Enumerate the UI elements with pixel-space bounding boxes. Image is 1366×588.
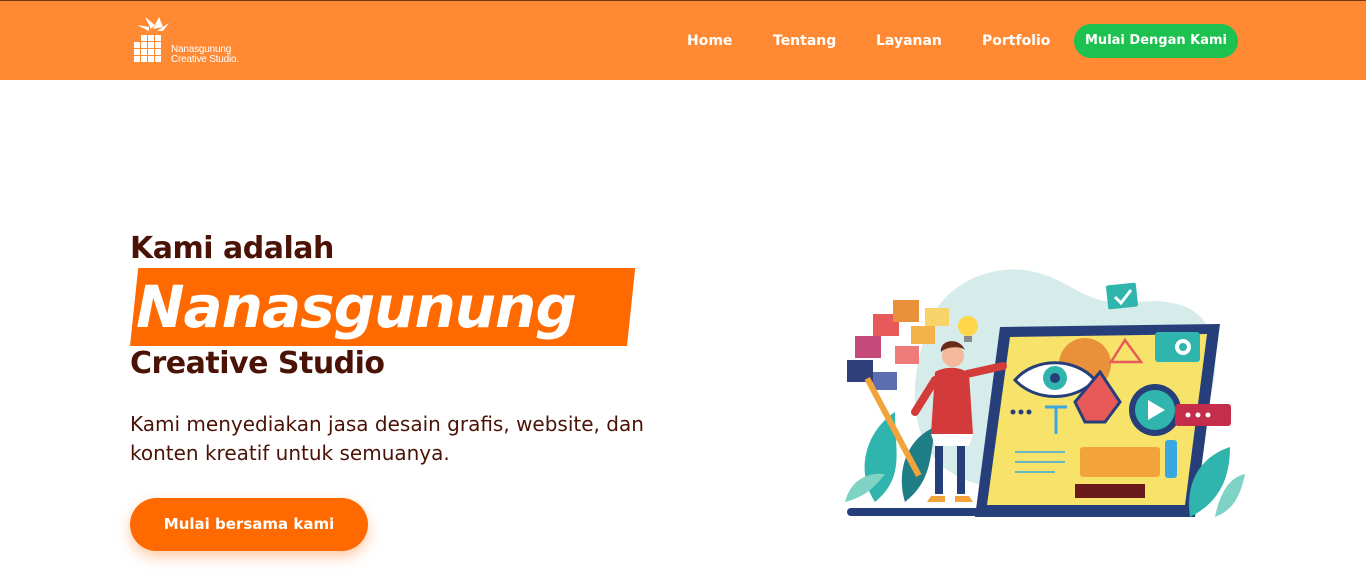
nav-layanan[interactable]: Layanan	[876, 31, 942, 51]
pineapple-grid-icon	[134, 17, 169, 62]
hero-post-title: Creative Studio	[130, 346, 385, 381]
hero-pre-title: Kami adalah	[130, 231, 334, 266]
hero-highlight-title: Nanasgunung	[136, 273, 577, 341]
designer-tablet-illustration	[845, 269, 1245, 517]
brand-name-line2: Creative Studio.	[171, 54, 239, 65]
navbar: Nanasgunung Creative Studio. Home Tentan…	[0, 0, 1366, 80]
brand-logo[interactable]: Nanasgunung Creative Studio.	[133, 15, 263, 69]
nav-cta-button[interactable]: Mulai Dengan Kami	[1074, 24, 1238, 58]
nav-tentang[interactable]: Tentang	[773, 31, 836, 51]
nav-home[interactable]: Home	[687, 31, 732, 51]
hero-cta-button[interactable]: Mulai bersama kami	[130, 498, 368, 551]
hero-description: Kami menyediakan jasa desain grafis, web…	[130, 412, 644, 465]
brand-name: Nanasgunung Creative Studio.	[171, 45, 239, 65]
nav-portfolio[interactable]: Portfolio	[982, 31, 1050, 51]
